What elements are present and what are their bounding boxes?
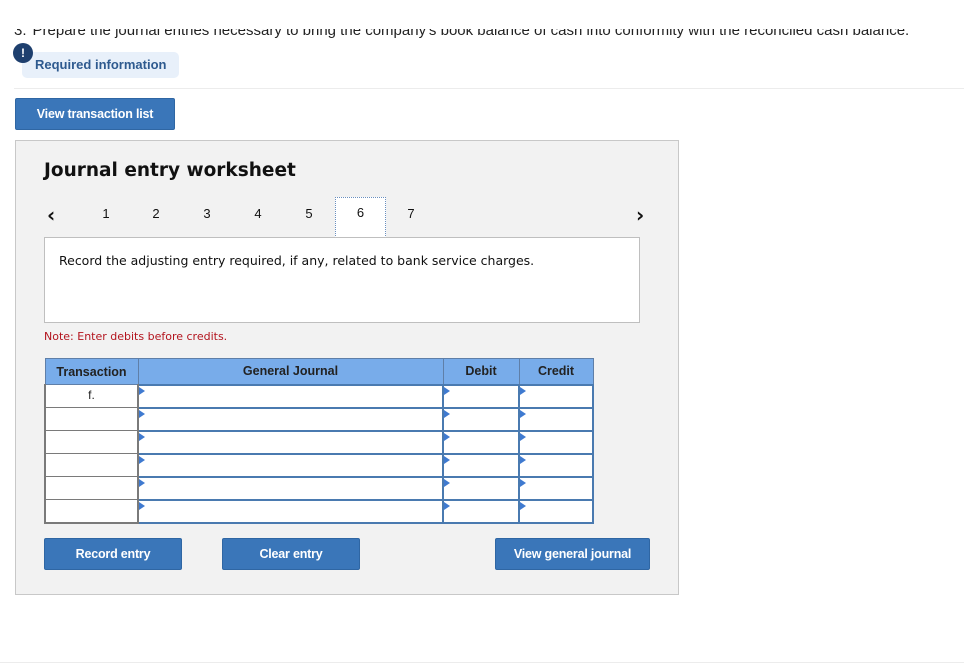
account-input[interactable] <box>139 477 442 499</box>
dropdown-marker-icon <box>520 409 526 418</box>
debit-field[interactable] <box>442 498 520 524</box>
account-input[interactable] <box>139 408 442 430</box>
table-row <box>44 452 594 478</box>
credit-input[interactable] <box>520 477 592 499</box>
worksheet-pager: ‹ 1 2 3 4 5 6 7 › <box>16 197 680 242</box>
alert-icon: ! <box>13 43 33 63</box>
table-row <box>44 475 594 501</box>
dropdown-marker-icon <box>520 455 526 464</box>
page-4[interactable]: 4 <box>248 206 268 221</box>
dropdown-marker-icon <box>139 432 145 441</box>
account-field[interactable] <box>137 383 444 409</box>
journal-entry-worksheet: Journal entry worksheet ‹ 1 2 3 4 5 6 7 … <box>15 140 679 595</box>
credit-input[interactable] <box>520 385 592 407</box>
dropdown-marker-icon <box>444 432 450 441</box>
debit-input[interactable] <box>444 431 518 453</box>
page-3[interactable]: 3 <box>197 206 217 221</box>
dropdown-marker-icon <box>139 478 145 487</box>
debit-input[interactable] <box>444 477 518 499</box>
credit-input[interactable] <box>520 500 592 522</box>
debit-field[interactable] <box>442 452 520 478</box>
credit-field[interactable] <box>518 452 594 478</box>
transaction-cell <box>44 476 139 500</box>
divider <box>0 662 964 663</box>
instruction-box: Record the adjusting entry required, if … <box>44 237 640 323</box>
dropdown-marker-icon <box>444 478 450 487</box>
credit-field[interactable] <box>518 383 594 409</box>
dropdown-marker-icon <box>520 478 526 487</box>
view-general-journal-button[interactable]: View general journal <box>495 538 650 570</box>
debit-field[interactable] <box>442 383 520 409</box>
credit-field[interactable] <box>518 406 594 432</box>
account-input[interactable] <box>139 385 442 407</box>
page-6-active[interactable]: 6 <box>335 197 386 242</box>
dropdown-marker-icon <box>139 455 145 464</box>
debit-field[interactable] <box>442 406 520 432</box>
chevron-left-icon[interactable]: ‹ <box>47 203 55 227</box>
transaction-cell <box>44 453 139 477</box>
header-general-journal: General Journal <box>137 358 444 385</box>
question-number: 3. <box>14 29 27 39</box>
chevron-right-icon[interactable]: › <box>636 203 644 227</box>
account-field[interactable] <box>137 406 444 432</box>
dropdown-marker-icon <box>520 501 526 510</box>
required-information-tab[interactable]: Required information <box>22 52 179 78</box>
header-credit: Credit <box>518 358 594 385</box>
transaction-cell <box>44 430 139 454</box>
header-transaction: Transaction <box>44 358 139 385</box>
worksheet-title: Journal entry worksheet <box>44 160 296 181</box>
account-input[interactable] <box>139 500 442 522</box>
dropdown-marker-icon <box>520 386 526 395</box>
page-7[interactable]: 7 <box>401 206 421 221</box>
record-entry-button[interactable]: Record entry <box>44 538 182 570</box>
account-input[interactable] <box>139 454 442 476</box>
credit-field[interactable] <box>518 475 594 501</box>
table-row <box>44 406 594 432</box>
table-row <box>44 429 594 455</box>
table-header-row: Transaction General Journal Debit Credit <box>44 358 594 385</box>
question-prompt: 3. Prepare the journal entries necessary … <box>14 29 964 43</box>
header-debit: Debit <box>442 358 520 385</box>
credit-input[interactable] <box>520 408 592 430</box>
view-transaction-list-button[interactable]: View transaction list <box>15 98 175 130</box>
divider <box>14 88 964 89</box>
page-1[interactable]: 1 <box>96 206 116 221</box>
debit-field[interactable] <box>442 429 520 455</box>
required-information-label[interactable]: Required information <box>35 57 166 72</box>
account-field[interactable] <box>137 452 444 478</box>
dropdown-marker-icon <box>520 432 526 441</box>
credit-input[interactable] <box>520 454 592 476</box>
dropdown-marker-icon <box>444 455 450 464</box>
instruction-text: Record the adjusting entry required, if … <box>59 253 535 268</box>
journal-table: Transaction General Journal Debit Credit… <box>44 358 594 524</box>
clear-entry-button[interactable]: Clear entry <box>222 538 360 570</box>
table-row: f. <box>44 383 594 409</box>
debit-input[interactable] <box>444 500 518 522</box>
dropdown-marker-icon <box>444 409 450 418</box>
credit-input[interactable] <box>520 431 592 453</box>
account-field[interactable] <box>137 475 444 501</box>
note-text: Note: Enter debits before credits. <box>44 330 228 343</box>
credit-field[interactable] <box>518 429 594 455</box>
transaction-cell <box>44 499 139 524</box>
credit-field[interactable] <box>518 498 594 524</box>
dropdown-marker-icon <box>139 409 145 418</box>
dropdown-marker-icon <box>444 501 450 510</box>
account-field[interactable] <box>137 498 444 524</box>
debit-field[interactable] <box>442 475 520 501</box>
page-5[interactable]: 5 <box>299 206 319 221</box>
account-field[interactable] <box>137 429 444 455</box>
transaction-cell <box>44 407 139 431</box>
dropdown-marker-icon <box>444 386 450 395</box>
dropdown-marker-icon <box>139 501 145 510</box>
question-text: Prepare the journal entries necessary to… <box>32 29 910 39</box>
debit-input[interactable] <box>444 454 518 476</box>
account-input[interactable] <box>139 431 442 453</box>
debit-input[interactable] <box>444 408 518 430</box>
page-2[interactable]: 2 <box>146 206 166 221</box>
debit-input[interactable] <box>444 385 518 407</box>
dropdown-marker-icon <box>139 386 145 395</box>
transaction-cell: f. <box>44 384 139 408</box>
table-row <box>44 498 594 524</box>
